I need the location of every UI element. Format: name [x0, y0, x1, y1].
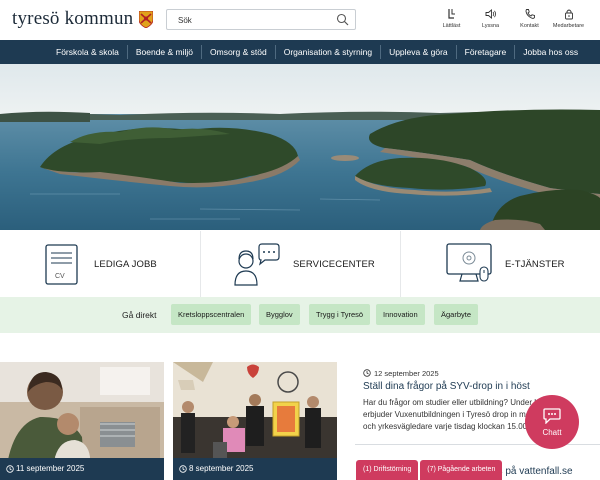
news-card[interactable]: 11 september 2025	[0, 362, 164, 480]
site-logo[interactable]: tyresö kommun	[12, 8, 154, 30]
chat-button[interactable]: Chatt	[525, 395, 579, 449]
service-e-services-label: E-TJÄNSTER	[505, 259, 565, 270]
quick-link-building-permit[interactable]: Bygglov	[259, 304, 300, 325]
service-service-center[interactable]: SERVICECENTER	[200, 231, 400, 297]
news-card-date: 11 september 2025	[0, 458, 164, 480]
nav-item-jobs[interactable]: Jobba hos oss	[514, 45, 586, 59]
service-service-center-label: SERVICECENTER	[293, 259, 375, 270]
search-icon[interactable]	[336, 13, 349, 26]
chat-label: Chatt	[542, 428, 562, 437]
coat-of-arms-icon	[139, 10, 154, 28]
news-card[interactable]: 8 september 2025	[173, 362, 337, 480]
cv-icon-text: CV	[55, 273, 65, 280]
hero-image-archipelago	[0, 64, 600, 230]
tool-staff-label: Medarbetare	[552, 23, 585, 29]
alert-tab-ongoing-work[interactable]: (7) Pågående arbeten	[420, 460, 503, 480]
lock-icon	[564, 9, 573, 20]
quick-link-ownership-change[interactable]: Ägarbyte	[434, 304, 479, 325]
quick-links-bar: Gå direkt Kretsloppscentralen Bygglov Tr…	[0, 297, 600, 333]
tool-staff[interactable]: Medarbetare	[549, 8, 588, 29]
nav-item-care-support[interactable]: Omsorg & stöd	[201, 45, 275, 59]
speaker-icon	[485, 9, 496, 19]
quick-links-title: Gå direkt	[122, 310, 157, 320]
tool-listen[interactable]: Lyssna	[471, 8, 510, 29]
tool-contact[interactable]: Kontakt	[510, 8, 549, 29]
service-job-openings[interactable]: CV LEDIGA JOBB	[0, 231, 200, 297]
quick-link-safe-in-tyreso[interactable]: Trygg i Tyresö	[309, 304, 371, 325]
easy-read-icon	[447, 9, 455, 19]
tool-contact-label: Kontakt	[520, 23, 539, 29]
news-card-date-text: 8 september 2025	[189, 464, 254, 473]
news-card-date-text: 11 september 2025	[16, 464, 85, 473]
search-input[interactable]	[167, 11, 327, 30]
tool-listen-label: Lyssna	[481, 23, 500, 29]
tool-easy-read-label: Lättläst	[442, 23, 461, 29]
news-card-date: 8 september 2025	[173, 458, 337, 480]
service-job-openings-label: LEDIGA JOBB	[94, 259, 157, 270]
cv-document-icon: CV	[45, 244, 78, 285]
computer-settings-icon	[446, 243, 492, 282]
logo-text: tyresö kommun	[12, 8, 134, 29]
main-nav: Förskola & skola Boende & miljö Omsorg &…	[0, 40, 600, 64]
quick-link-innovation[interactable]: Innovation	[376, 304, 425, 325]
news-item-date-text: 12 september 2025	[374, 369, 439, 378]
nav-item-preschool-school[interactable]: Förskola & skola	[48, 45, 127, 59]
page: tyresö kommun Lättläst	[0, 0, 600, 480]
phone-icon	[525, 9, 535, 19]
site-header: tyresö kommun Lättläst	[0, 0, 600, 40]
clock-icon	[179, 465, 187, 473]
service-strip: CV LEDIGA JOBB SERVICECENTER E-TJÄNSTER	[0, 231, 600, 297]
chat-bubble-icon	[543, 408, 561, 424]
tool-easy-read[interactable]: Lättläst	[432, 8, 471, 29]
search-box	[166, 9, 356, 30]
service-e-services[interactable]: E-TJÄNSTER	[400, 231, 600, 297]
news-item-title[interactable]: Ställ dina frågor på SYV-drop in i höst	[363, 381, 530, 392]
nav-item-housing-environment[interactable]: Boende & miljö	[126, 45, 201, 59]
news-item-date: 12 september 2025	[363, 369, 439, 378]
nav-item-organisation[interactable]: Organisation & styrning	[274, 45, 380, 59]
nav-item-business[interactable]: Företagare	[455, 45, 515, 59]
quick-link-recycling-center[interactable]: Kretsloppscentralen	[171, 304, 252, 325]
news-item-title-partial[interactable]: os på vattenfall.se	[492, 466, 573, 477]
alert-tab-disruption[interactable]: (1) Driftstörning	[356, 460, 419, 480]
clock-icon	[6, 465, 14, 473]
alert-tabs: (1) Driftstörning (7) Pågående arbeten	[356, 460, 503, 480]
customer-service-icon	[234, 243, 280, 286]
nav-item-experience[interactable]: Uppleva & göra	[380, 45, 456, 59]
header-tools: Lättläst Lyssna Kontakt Medarbetare	[432, 8, 588, 29]
clock-icon	[363, 369, 371, 377]
